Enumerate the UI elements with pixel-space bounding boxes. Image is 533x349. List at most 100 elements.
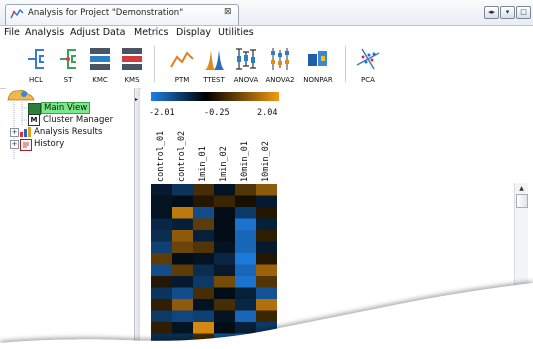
heatmap-cell[interactable] — [172, 207, 193, 219]
expression-heatmap[interactable] — [151, 184, 278, 349]
heatmap-cell[interactable] — [193, 230, 214, 242]
heatmap-cell[interactable] — [193, 322, 214, 334]
maximize-button[interactable]: □ — [516, 6, 531, 19]
heatmap-cell[interactable] — [214, 218, 235, 231]
heatmap-cell[interactable] — [193, 195, 214, 208]
heatmap-cell[interactable] — [235, 241, 256, 254]
kms-button[interactable]: KMS — [114, 43, 150, 87]
heatmap-cell[interactable] — [151, 310, 172, 323]
heatmap-cell[interactable] — [151, 241, 172, 254]
heatmap-cell[interactable] — [172, 230, 193, 242]
anova2-button[interactable]: ANOVA2 — [262, 43, 298, 87]
heatmap-cell[interactable] — [235, 207, 256, 219]
analysis-tab[interactable]: Analysis for Project "Demonstration" ⊠ — [5, 4, 239, 25]
heatmap-cell[interactable] — [235, 184, 256, 196]
menu-metrics[interactable]: Metrics — [134, 27, 168, 38]
menu-utilities[interactable]: Utilities — [218, 27, 254, 38]
menu-file[interactable]: File — [4, 27, 20, 38]
heatmap-cell[interactable] — [172, 264, 193, 277]
scroll-up-icon[interactable]: ▲ — [515, 183, 528, 194]
heatmap-cell[interactable] — [256, 184, 277, 196]
heatmap-cell[interactable] — [214, 195, 235, 208]
expand-icon[interactable]: + — [10, 128, 19, 137]
heatmap-cell[interactable] — [256, 310, 277, 323]
heatmap-cell[interactable] — [172, 276, 193, 288]
heatmap-cell[interactable] — [193, 253, 214, 265]
heatmap-cell[interactable] — [151, 276, 172, 288]
pca-button[interactable]: PCA — [350, 43, 386, 87]
heatmap-cell[interactable] — [214, 310, 235, 323]
heatmap-cell[interactable] — [172, 333, 193, 346]
heatmap-cell[interactable] — [151, 264, 172, 277]
heatmap-cell[interactable] — [235, 195, 256, 208]
heatmap-cell[interactable] — [193, 333, 214, 346]
heatmap-cell[interactable] — [256, 218, 277, 231]
heatmap-cell[interactable] — [214, 264, 235, 277]
heatmap-cell[interactable] — [193, 299, 214, 311]
heatmap-cell[interactable] — [235, 310, 256, 323]
heatmap-cell[interactable] — [256, 322, 277, 334]
collapse-arrow-icon[interactable]: ▸ — [135, 96, 138, 103]
heatmap-cell[interactable] — [256, 287, 277, 300]
scroll-thumb[interactable] — [516, 194, 528, 208]
heatmap-cell[interactable] — [235, 276, 256, 288]
heatmap-cell[interactable] — [256, 207, 277, 219]
heatmap-cell[interactable] — [256, 264, 277, 277]
heatmap-cell[interactable] — [193, 287, 214, 300]
heatmap-cell[interactable] — [214, 207, 235, 219]
menu-display[interactable]: Display — [176, 27, 211, 38]
heatmap-cell[interactable] — [172, 218, 193, 231]
heatmap-cell[interactable] — [172, 322, 193, 334]
heatmap-cell[interactable] — [172, 195, 193, 208]
heatmap-cell[interactable] — [151, 230, 172, 242]
heatmap-cell[interactable] — [235, 230, 256, 242]
heatmap-cell[interactable] — [235, 218, 256, 231]
menu-adjust-data[interactable]: Adjust Data — [70, 27, 125, 38]
heatmap-cell[interactable] — [235, 264, 256, 277]
heatmap-cell[interactable] — [256, 333, 277, 346]
heatmap-cell[interactable] — [256, 299, 277, 311]
heatmap-cell[interactable] — [193, 276, 214, 288]
heatmap-cell[interactable] — [256, 253, 277, 265]
heatmap-cell[interactable] — [214, 299, 235, 311]
minimize-button[interactable]: ▾ — [500, 6, 515, 19]
heatmap-cell[interactable] — [172, 184, 193, 196]
heatmap-cell[interactable] — [235, 253, 256, 265]
expand-icon[interactable]: + — [10, 140, 19, 149]
heatmap-cell[interactable] — [172, 287, 193, 300]
tab-list-button[interactable]: ◂▸ — [484, 6, 499, 19]
heatmap-cell[interactable] — [256, 195, 277, 208]
heatmap-cell[interactable] — [151, 253, 172, 265]
heatmap-cell[interactable] — [193, 207, 214, 219]
heatmap-cell[interactable] — [214, 230, 235, 242]
heatmap-cell[interactable] — [151, 184, 172, 196]
heatmap-cell[interactable] — [151, 287, 172, 300]
heatmap-cell[interactable] — [235, 322, 256, 334]
heatmap-cell[interactable] — [193, 264, 214, 277]
heatmap-cell[interactable] — [193, 241, 214, 254]
heatmap-cell[interactable] — [193, 218, 214, 231]
heatmap-cell[interactable] — [214, 184, 235, 196]
heatmap-cell[interactable] — [151, 218, 172, 231]
heatmap-cell[interactable] — [214, 253, 235, 265]
vertical-scrollbar[interactable]: ▲ — [514, 183, 528, 293]
heatmap-cell[interactable] — [151, 299, 172, 311]
heatmap-cell[interactable] — [214, 322, 235, 334]
pane-splitter[interactable]: ▸ — [135, 88, 140, 349]
heatmap-cell[interactable] — [172, 253, 193, 265]
heatmap-cell[interactable] — [193, 184, 214, 196]
heatmap-cell[interactable] — [214, 287, 235, 300]
heatmap-cell[interactable] — [172, 310, 193, 323]
heatmap-cell[interactable] — [151, 322, 172, 334]
heatmap-cell[interactable] — [151, 195, 172, 208]
heatmap-cell[interactable] — [235, 287, 256, 300]
heatmap-cell[interactable] — [235, 299, 256, 311]
menu-analysis[interactable]: Analysis — [25, 27, 64, 38]
heatmap-cell[interactable] — [214, 333, 235, 346]
heatmap-cell[interactable] — [151, 333, 172, 346]
heatmap-cell[interactable] — [172, 241, 193, 254]
heatmap-cell[interactable] — [214, 276, 235, 288]
tab-close-icon[interactable]: ⊠ — [224, 7, 232, 17]
nonpar-button[interactable]: NONPAR — [300, 43, 336, 87]
heatmap-cell[interactable] — [235, 333, 256, 346]
